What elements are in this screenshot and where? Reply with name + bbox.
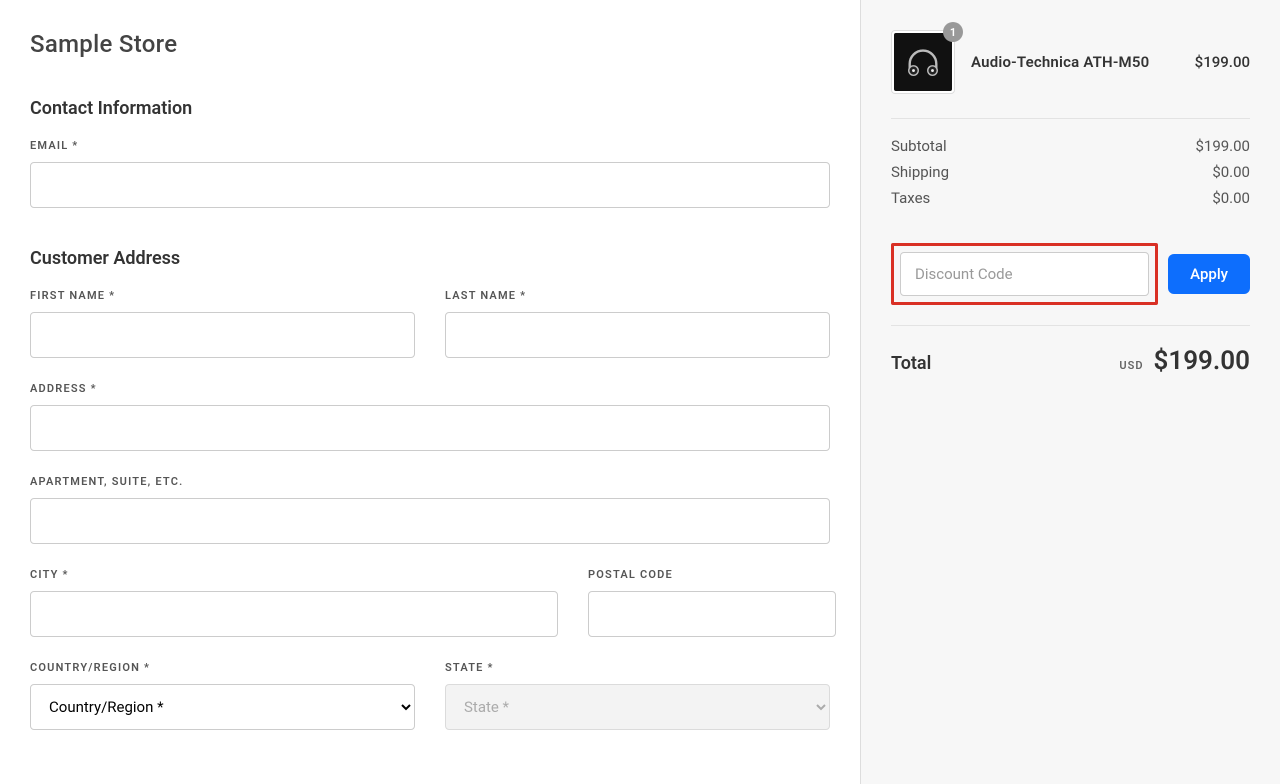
address-label: ADDRESS * [30, 382, 830, 395]
price-breakdown: Subtotal $199.00 Shipping $0.00 Taxes $0… [891, 133, 1250, 227]
postal-field[interactable] [588, 591, 836, 637]
taxes-label: Taxes [891, 189, 930, 207]
product-thumbnail: 1 [891, 30, 955, 94]
shipping-label: Shipping [891, 163, 949, 181]
country-select[interactable]: Country/Region * [30, 684, 415, 730]
city-label: CITY * [30, 568, 558, 581]
product-name: Audio-Technica ATH-M50 [971, 53, 1179, 71]
order-summary: 1 Audio-Technica ATH-M50 $199.00 Subtota… [860, 0, 1280, 784]
total-amount: $199.00 [1153, 346, 1250, 376]
state-select[interactable]: State * [445, 684, 830, 730]
first-name-label: FIRST NAME * [30, 289, 415, 302]
subtotal-label: Subtotal [891, 137, 947, 155]
email-label: EMAIL * [30, 139, 830, 152]
address-heading: Customer Address [30, 248, 830, 269]
quantity-badge: 1 [943, 22, 963, 42]
total-label: Total [891, 353, 931, 374]
total-row: Total USD $199.00 [891, 346, 1250, 376]
cart-item: 1 Audio-Technica ATH-M50 $199.00 [891, 30, 1250, 119]
subtotal-value: $199.00 [1195, 137, 1250, 155]
headphones-icon [904, 43, 942, 81]
email-field[interactable] [30, 162, 830, 208]
discount-highlight [891, 243, 1158, 305]
total-currency: USD [1119, 359, 1143, 372]
state-label: STATE * [445, 661, 830, 674]
discount-row: Apply [891, 243, 1250, 326]
checkout-form: Sample Store Contact Information EMAIL *… [0, 0, 860, 784]
address-section: Customer Address FIRST NAME * LAST NAME … [30, 248, 830, 730]
taxes-value: $0.00 [1212, 189, 1250, 207]
city-field[interactable] [30, 591, 558, 637]
discount-code-input[interactable] [900, 252, 1149, 296]
apartment-field[interactable] [30, 498, 830, 544]
store-title: Sample Store [30, 30, 830, 58]
last-name-label: LAST NAME * [445, 289, 830, 302]
apply-button[interactable]: Apply [1168, 254, 1250, 294]
last-name-field[interactable] [445, 312, 830, 358]
country-label: COUNTRY/REGION * [30, 661, 415, 674]
product-price: $199.00 [1195, 53, 1250, 71]
first-name-field[interactable] [30, 312, 415, 358]
address-field[interactable] [30, 405, 830, 451]
apartment-label: APARTMENT, SUITE, ETC. [30, 475, 830, 488]
shipping-value: $0.00 [1212, 163, 1250, 181]
contact-heading: Contact Information [30, 98, 830, 119]
contact-section: Contact Information EMAIL * [30, 98, 830, 208]
postal-label: POSTAL CODE [588, 568, 836, 581]
